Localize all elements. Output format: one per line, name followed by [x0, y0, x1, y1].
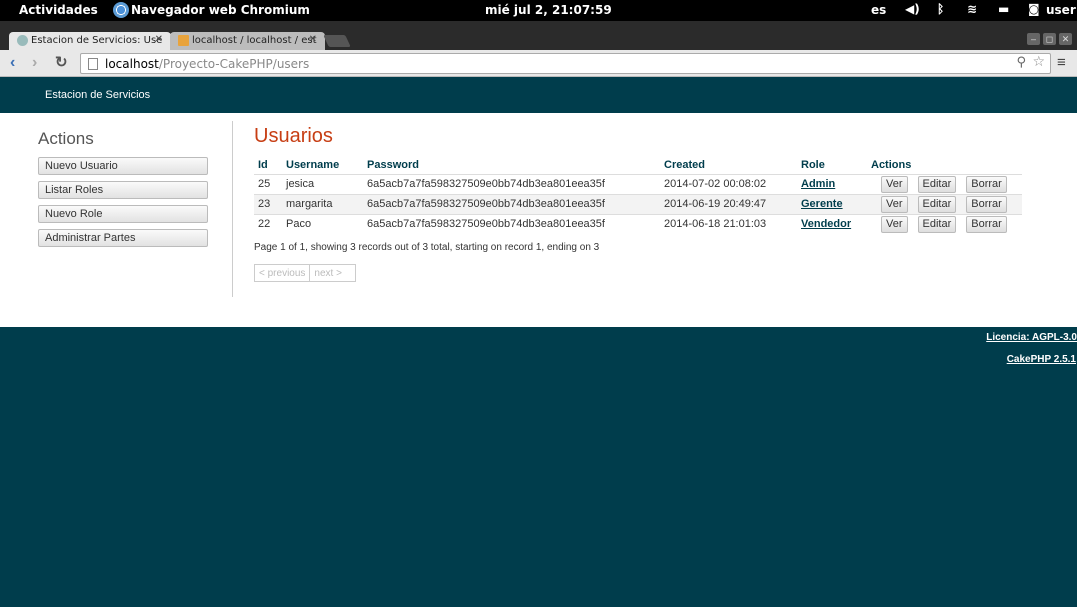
delete-button[interactable]: Borrar	[966, 175, 1007, 193]
cell-password: 6a5acb7a7fa598327509e0bb74db3ea801eea35f	[363, 213, 660, 234]
bluetooth-icon[interactable]: ᛒ	[937, 2, 944, 16]
users-table: Id Username Password Created Role Action…	[254, 156, 1022, 234]
listar-roles-button[interactable]: Listar Roles	[38, 181, 208, 199]
tab-label: Estacion de Servicios: Use	[31, 35, 163, 46]
url-text: localhost/Proyecto-CakePHP/users	[105, 57, 310, 71]
battery-icon[interactable]: ▬	[998, 2, 1009, 16]
chrome-menu-icon[interactable]: ≡	[1057, 54, 1066, 71]
clock[interactable]: mié jul 2, 21:07:59	[485, 3, 612, 17]
tab-phpmyadmin[interactable]: localhost / localhost / est ✕	[170, 32, 325, 50]
view-button[interactable]: Ver	[881, 215, 908, 233]
browser-toolbar: ‹ › ↻ localhost/Proyecto-CakePHP/users ⚲…	[0, 50, 1077, 77]
cell-password: 6a5acb7a7fa598327509e0bb74db3ea801eea35f	[363, 173, 660, 194]
close-icon[interactable]: ✕	[155, 34, 163, 45]
window-close-icon[interactable]: ✕	[1059, 33, 1072, 45]
content-area: Actions Nuevo Usuario Listar Roles Nuevo…	[0, 113, 1077, 327]
cell-actions: Ver Editar Borrar	[867, 173, 1022, 194]
reload-icon[interactable]: ↻	[55, 54, 68, 72]
next-link[interactable]: next >	[310, 265, 346, 279]
view-button[interactable]: Ver	[881, 195, 908, 213]
user-icon[interactable]: ◙	[1028, 2, 1040, 16]
column-header-id[interactable]: Id	[254, 156, 282, 174]
page-icon	[88, 58, 98, 70]
address-bar[interactable]: localhost/Proyecto-CakePHP/users ⚲ ☆	[80, 53, 1051, 74]
table-row: 23 margarita 6a5acb7a7fa598327509e0bb74d…	[254, 193, 1022, 214]
keyboard-language[interactable]: es	[871, 3, 886, 17]
site-brand-link[interactable]: Estacion de Servicios	[45, 89, 150, 101]
tab-label: localhost / localhost / est	[192, 35, 317, 46]
volume-icon[interactable]: ◀)	[905, 2, 920, 16]
new-tab-button[interactable]	[323, 35, 351, 47]
cell-username: jesica	[282, 173, 363, 194]
cell-created: 2014-06-19 20:49:47	[660, 193, 797, 214]
cell-role: Vendedor	[797, 213, 867, 234]
back-icon[interactable]: ‹	[10, 54, 15, 72]
user-menu[interactable]: user	[1046, 3, 1076, 17]
actions-sidebar: Actions Nuevo Usuario Listar Roles Nuevo…	[38, 129, 208, 253]
cell-id: 22	[254, 213, 282, 234]
view-button[interactable]: Ver	[881, 175, 908, 193]
column-header-created[interactable]: Created	[660, 156, 797, 174]
nuevo-usuario-button[interactable]: Nuevo Usuario	[38, 157, 208, 175]
cakephp-link[interactable]: CakePHP 2.5.1	[1007, 354, 1076, 365]
pagination: < previous next >	[254, 264, 356, 282]
license-link[interactable]: Licencia: AGPL-3.0	[986, 332, 1077, 343]
column-header-password[interactable]: Password	[363, 156, 660, 174]
cell-created: 2014-07-02 00:08:02	[660, 173, 797, 194]
close-icon[interactable]: ✕	[309, 34, 317, 45]
tab-strip: Estacion de Servicios: Use ✕ localhost /…	[0, 21, 1077, 50]
administrar-partes-button[interactable]: Administrar Partes	[38, 229, 208, 247]
minimize-icon[interactable]: –	[1027, 33, 1040, 45]
cell-created: 2014-06-18 21:01:03	[660, 213, 797, 234]
cell-actions: Ver Editar Borrar	[867, 193, 1022, 214]
nuevo-role-button[interactable]: Nuevo Role	[38, 205, 208, 223]
role-link[interactable]: Vendedor	[801, 218, 851, 230]
chromium-icon	[113, 2, 129, 18]
page-title: Usuarios	[254, 125, 333, 147]
app-menu[interactable]: Navegador web Chromium	[131, 3, 310, 17]
sidebar-title: Actions	[38, 129, 94, 148]
table-row: 25 jesica 6a5acb7a7fa598327509e0bb74db3e…	[254, 173, 1022, 194]
site-header: Estacion de Servicios	[0, 77, 1077, 113]
edit-button[interactable]: Editar	[917, 175, 957, 193]
zoom-icon[interactable]: ⚲	[1016, 55, 1026, 70]
os-top-bar: Actividades Navegador web Chromium mié j…	[0, 0, 1077, 21]
cell-role: Gerente	[797, 193, 867, 214]
table-row: 22 Paco 6a5acb7a7fa598327509e0bb74db3ea8…	[254, 213, 1022, 234]
users-index: Usuarios Id Username Password Created Ro…	[254, 125, 1022, 282]
role-link[interactable]: Gerente	[801, 198, 843, 210]
phpmyadmin-icon	[178, 35, 189, 46]
restore-icon[interactable]: ◻	[1043, 33, 1056, 45]
cell-role: Admin	[797, 173, 867, 194]
cell-username: margarita	[282, 193, 363, 214]
cell-password: 6a5acb7a7fa598327509e0bb74db3ea801eea35f	[363, 193, 660, 214]
cell-username: Paco	[282, 213, 363, 234]
delete-button[interactable]: Borrar	[966, 215, 1007, 233]
cell-actions: Ver Editar Borrar	[867, 213, 1022, 234]
paging-counter: Page 1 of 1, showing 3 records out of 3 …	[254, 242, 600, 253]
column-header-actions: Actions	[871, 158, 912, 171]
column-header-role[interactable]: Role	[797, 156, 867, 174]
cell-id: 25	[254, 173, 282, 194]
globe-icon	[17, 35, 28, 46]
bookmark-star-icon[interactable]: ☆	[1032, 54, 1045, 70]
tab-estacion[interactable]: Estacion de Servicios: Use ✕	[9, 32, 171, 50]
column-header-username[interactable]: Username	[282, 156, 363, 174]
edit-button[interactable]: Editar	[917, 195, 957, 213]
edit-button[interactable]: Editar	[917, 215, 957, 233]
wifi-icon[interactable]: ≋	[967, 2, 977, 16]
activities-button[interactable]: Actividades	[19, 3, 98, 17]
role-link[interactable]: Admin	[801, 178, 835, 190]
cell-id: 23	[254, 193, 282, 214]
previous-link[interactable]: < previous	[255, 265, 309, 279]
site-footer: Licencia: AGPL-3.0 CakePHP 2.5.1	[0, 327, 1077, 607]
forward-icon[interactable]: ›	[32, 54, 37, 72]
delete-button[interactable]: Borrar	[966, 195, 1007, 213]
divider	[232, 121, 233, 297]
